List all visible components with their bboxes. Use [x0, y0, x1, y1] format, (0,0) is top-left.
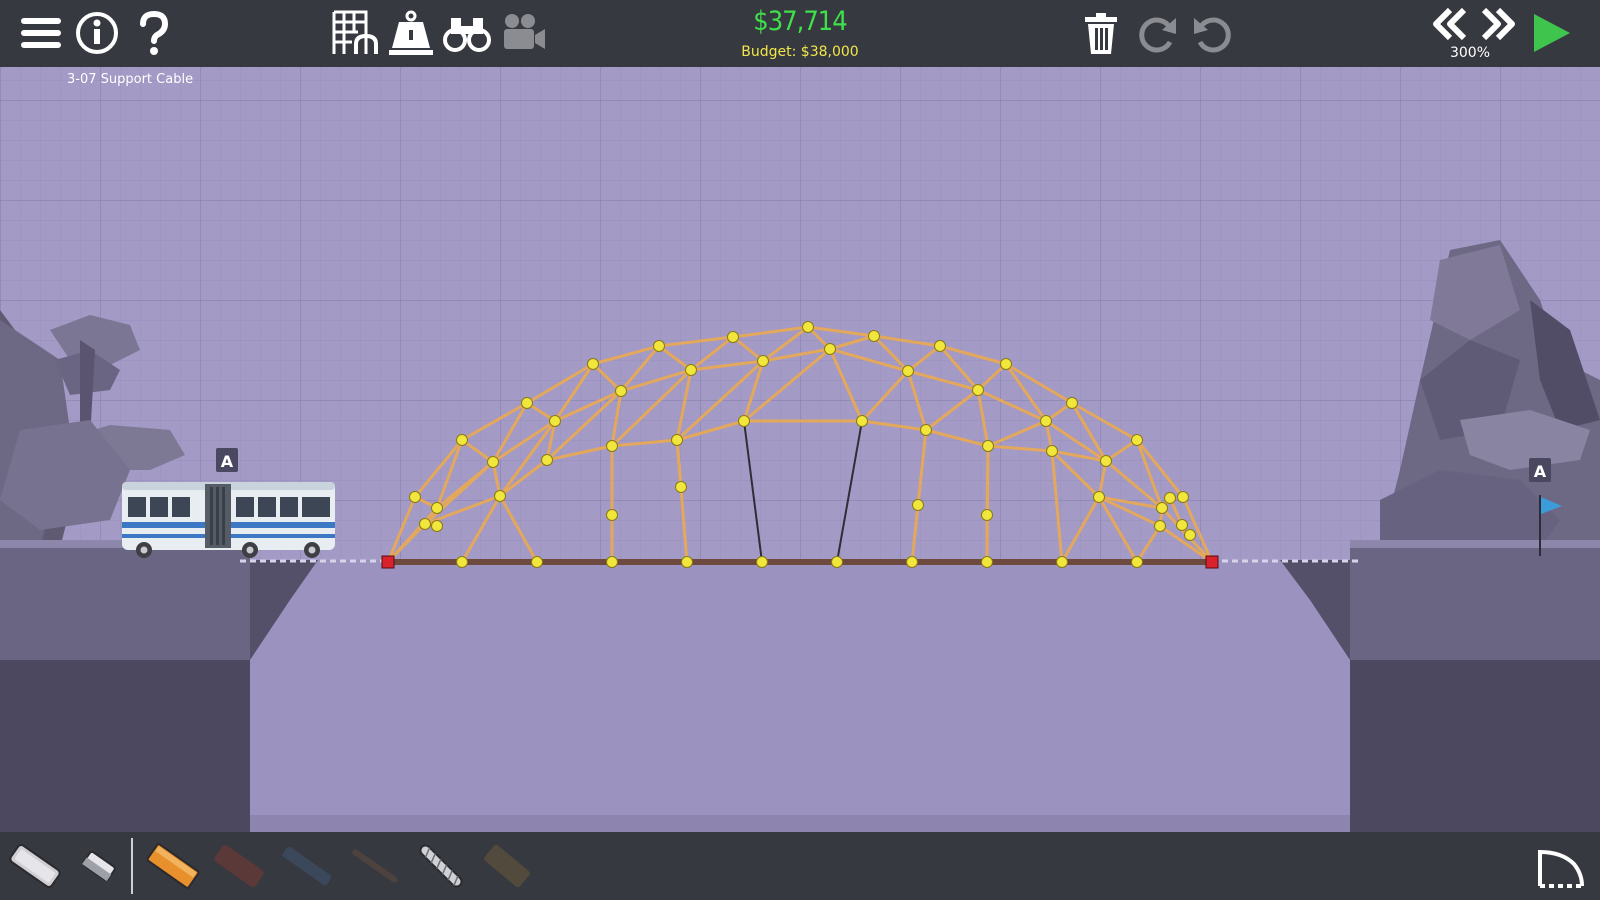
bridge-joint[interactable] [1040, 415, 1052, 427]
cost-display: $37,714 [753, 6, 847, 37]
bridge-joint[interactable] [934, 340, 946, 352]
rope-material-button[interactable] [344, 838, 406, 894]
bridge-joint[interactable] [431, 520, 443, 532]
bridge-joint[interactable] [1000, 358, 1012, 370]
anchor-point-left [381, 555, 395, 569]
steel-material-button[interactable] [276, 838, 338, 894]
bridge-joint[interactable] [541, 454, 553, 466]
bridge-joint[interactable] [920, 424, 932, 436]
bridge-joint[interactable] [606, 509, 618, 521]
bridge-joint[interactable] [981, 509, 993, 521]
binoculars-icon[interactable] [442, 8, 492, 58]
bridge-joint[interactable] [456, 556, 468, 568]
bridge-joint[interactable] [419, 518, 431, 530]
bridge-joint[interactable] [1066, 397, 1078, 409]
spring-material-button[interactable] [476, 838, 538, 894]
resize-icon[interactable] [1530, 838, 1590, 894]
bridge-joint[interactable] [802, 321, 814, 333]
bridge-joint[interactable] [982, 440, 994, 452]
bridge-joint[interactable] [1184, 529, 1196, 541]
gorge-wall [250, 560, 1350, 815]
bridge-joint[interactable] [981, 556, 993, 568]
bridge-joint[interactable] [521, 397, 533, 409]
reinforced-road-material-button[interactable] [208, 838, 270, 894]
bridge-joint[interactable] [1176, 519, 1188, 531]
bridge-joint[interactable] [727, 331, 739, 343]
bridge-joint[interactable] [587, 358, 599, 370]
bridge-joint[interactable] [494, 490, 506, 502]
bridge-joint[interactable] [1131, 556, 1143, 568]
bridge-joint[interactable] [531, 556, 543, 568]
bridge-joint[interactable] [824, 343, 836, 355]
start-checkpoint: A [216, 448, 238, 472]
bridge-joint[interactable] [615, 385, 627, 397]
bridge-joint[interactable] [902, 365, 914, 377]
wood-material-button[interactable] [142, 838, 204, 894]
bridge-joint[interactable] [1046, 445, 1058, 457]
bridge-joint[interactable] [606, 556, 618, 568]
bridge-joint[interactable] [972, 384, 984, 396]
bridge-joint[interactable] [685, 364, 697, 376]
redo-icon[interactable] [1132, 8, 1182, 58]
start-checkpoint-label: A [221, 452, 234, 471]
camera-icon[interactable] [498, 8, 548, 58]
help-icon[interactable] [128, 8, 178, 58]
bridge-joint[interactable] [487, 456, 499, 468]
finish-checkpoint-label: A [1534, 462, 1547, 481]
bridge-joint[interactable] [431, 502, 443, 514]
bridge-joint[interactable] [756, 556, 768, 568]
fast-forward-icon[interactable] [1476, 4, 1520, 48]
bridge-joint[interactable] [675, 481, 687, 493]
bridge-joint[interactable] [738, 415, 750, 427]
simulation-speed: 300% [1449, 45, 1491, 61]
menu-icon[interactable] [16, 8, 66, 58]
bridge-joint[interactable] [1164, 492, 1176, 504]
build-canvas[interactable]: A A [0, 0, 1600, 900]
bridge-joint[interactable] [653, 340, 665, 352]
toolbar-divider [131, 838, 133, 894]
grid-icon[interactable] [330, 8, 380, 58]
bridge-joint[interactable] [1056, 556, 1068, 568]
bridge-joint[interactable] [1177, 491, 1189, 503]
bridge-joint[interactable] [456, 434, 468, 446]
bridge-joint[interactable] [1156, 502, 1168, 514]
bridge-joint[interactable] [1093, 491, 1105, 503]
bus-vehicle [122, 482, 335, 558]
bridge-joint[interactable] [912, 499, 924, 511]
play-icon[interactable] [1528, 10, 1574, 56]
info-icon[interactable] [72, 8, 122, 58]
eraser-icon[interactable] [72, 838, 126, 894]
bridge-joint[interactable] [757, 355, 769, 367]
trash-icon[interactable] [1076, 8, 1126, 58]
bridge-joint[interactable] [831, 556, 843, 568]
undo-icon[interactable] [1188, 8, 1238, 58]
bridge-joint[interactable] [1154, 520, 1166, 532]
weight-icon[interactable] [386, 8, 436, 58]
bridge-joint[interactable] [906, 556, 918, 568]
bridge-joint[interactable] [681, 556, 693, 568]
bridge-joint[interactable] [671, 434, 683, 446]
level-name: 3-07 Support Cable [67, 72, 194, 87]
road-material-button[interactable] [4, 838, 66, 894]
bridge-joint[interactable] [409, 491, 421, 503]
budget-display: Budget: $38,000 [741, 44, 859, 60]
bridge-joint[interactable] [868, 330, 880, 342]
bridge-joint[interactable] [1100, 455, 1112, 467]
anchor-point-right [1205, 555, 1219, 569]
cable-material-button[interactable] [410, 838, 472, 894]
bridge-joint[interactable] [549, 415, 561, 427]
gorge-floor [250, 815, 1350, 832]
bridge-joint[interactable] [1131, 434, 1143, 446]
bridge-joint[interactable] [856, 415, 868, 427]
rewind-icon[interactable] [1428, 4, 1472, 48]
bridge-joint[interactable] [606, 440, 618, 452]
wood-beam[interactable] [985, 444, 990, 517]
